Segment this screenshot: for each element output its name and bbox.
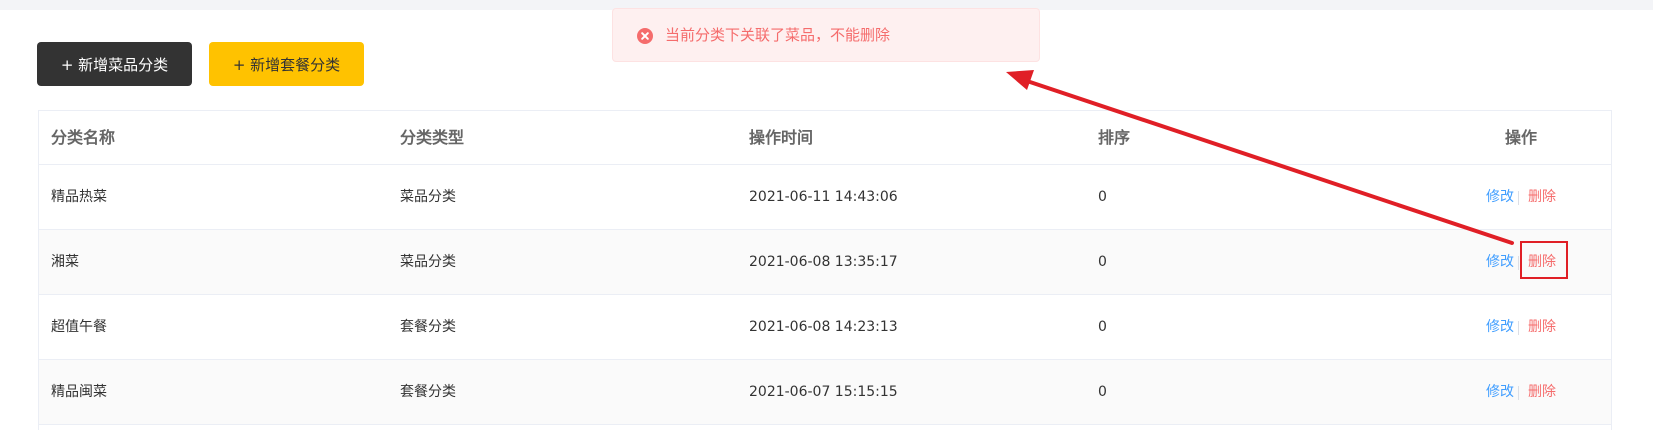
action-divider [1518, 191, 1519, 205]
cell-type: 菜品分类 [400, 189, 456, 205]
delete-link[interactable]: 删除 [1528, 165, 1556, 229]
cell-sort: 0 [1098, 319, 1107, 335]
delete-link[interactable]: 删除 [1528, 295, 1556, 359]
cell-time: 2021-06-08 13:35:17 [749, 254, 898, 270]
cell-name: 精品热菜 [51, 189, 107, 205]
cell-name: 超值午餐 [51, 319, 107, 335]
cell-name: 湘菜 [51, 254, 79, 270]
header-actions: 操作 [1505, 128, 1538, 147]
cell-sort: 0 [1098, 189, 1107, 205]
table-row: 超值午餐 套餐分类 2021-06-08 14:23:13 0 修改 删除 [39, 295, 1611, 360]
cell-name: 精品闽菜 [51, 384, 107, 400]
action-divider [1518, 386, 1519, 400]
table-row: 精品热菜 菜品分类 2021-06-11 14:43:06 0 修改 删除 [39, 165, 1611, 230]
cell-sort: 0 [1098, 254, 1107, 270]
table-row: 湘菜 菜品分类 2021-06-08 13:35:17 0 修改 删除 [39, 230, 1611, 295]
error-circle-icon [637, 28, 653, 44]
action-divider [1518, 321, 1519, 335]
cell-time: 2021-06-11 14:43:06 [749, 189, 898, 205]
error-toast: 当前分类下关联了菜品，不能删除 [612, 8, 1040, 62]
add-set-meal-category-button[interactable]: + 新增套餐分类 [209, 42, 364, 86]
toast-message: 当前分类下关联了菜品，不能删除 [665, 26, 891, 44]
cell-sort: 0 [1098, 384, 1107, 400]
cell-time: 2021-06-08 14:23:13 [749, 319, 898, 335]
header-category-name: 分类名称 [51, 128, 116, 147]
edit-link[interactable]: 修改 [1486, 295, 1514, 359]
cell-type: 菜品分类 [400, 254, 456, 270]
cell-time: 2021-06-07 15:15:15 [749, 384, 898, 400]
edit-link[interactable]: 修改 [1486, 360, 1514, 424]
table-row: 精品闽菜 套餐分类 2021-06-07 15:15:15 0 修改 删除 [39, 360, 1611, 425]
cell-type: 套餐分类 [400, 384, 456, 400]
cell-type: 套餐分类 [400, 319, 456, 335]
edit-link[interactable]: 修改 [1486, 165, 1514, 229]
edit-link[interactable]: 修改 [1486, 230, 1514, 294]
action-divider [1518, 256, 1519, 270]
category-table: 分类名称 分类类型 操作时间 排序 操作 精品热菜 菜品分类 2021-06-1… [38, 110, 1612, 430]
table-header: 分类名称 分类类型 操作时间 排序 操作 [39, 111, 1611, 165]
add-dish-category-button[interactable]: + 新增菜品分类 [37, 42, 192, 86]
header-operation-time: 操作时间 [749, 128, 814, 147]
annotation-highlight-box [1520, 241, 1568, 279]
delete-link[interactable]: 删除 [1528, 360, 1556, 424]
header-sort: 排序 [1098, 128, 1131, 147]
header-category-type: 分类类型 [400, 128, 465, 147]
